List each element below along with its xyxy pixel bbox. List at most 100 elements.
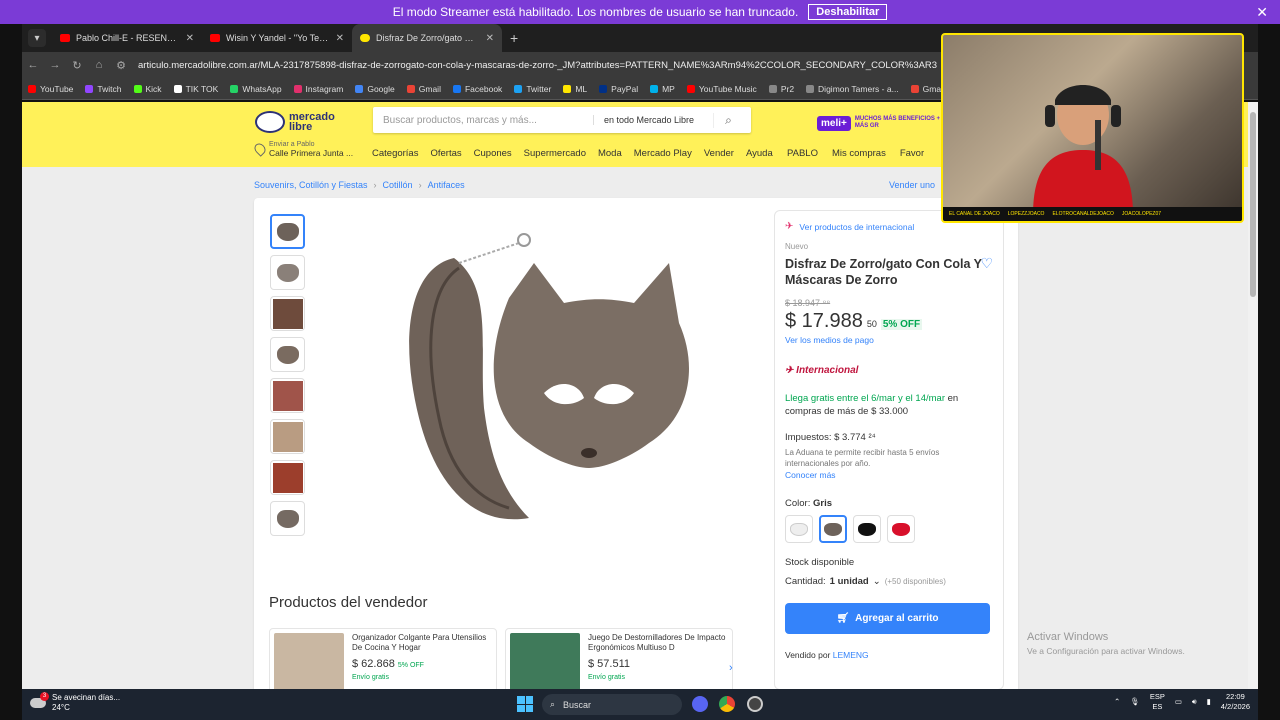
network-icon[interactable]: ▭ — [1175, 697, 1182, 707]
bookmark-item[interactable]: Google — [355, 84, 395, 94]
tab-close-icon[interactable]: ✕ — [336, 33, 344, 44]
nav-item[interactable]: Mercado Play — [634, 148, 692, 159]
thumbnail[interactable] — [270, 214, 305, 249]
home-icon[interactable]: ⌂ — [88, 59, 110, 71]
tab-close-icon[interactable]: ✕ — [186, 33, 194, 44]
breadcrumb-item[interactable]: Cotillón — [383, 180, 413, 190]
user-nav-item[interactable]: Favor — [900, 148, 924, 159]
tab-title: Wisin Y Yandel - "Yo Te Quie — [226, 33, 330, 43]
bookmark-item[interactable]: WhatsApp — [230, 84, 282, 94]
back-icon[interactable]: ← — [22, 59, 44, 71]
user-nav-item[interactable]: PABLO — [787, 148, 818, 159]
tab-close-icon[interactable]: ✕ — [486, 33, 494, 44]
language-indicator[interactable]: ESP ES — [1150, 692, 1165, 712]
color-swatch[interactable] — [785, 515, 813, 543]
meli-plus-banner[interactable]: meli+ MUCHOS MÁS BENEFICIOS + MÁS GR — [817, 114, 947, 132]
cart-icon: 🛒︎ — [836, 613, 850, 624]
color-swatch[interactable] — [887, 515, 915, 543]
nav-item[interactable]: Categorías — [372, 148, 418, 159]
search-input[interactable]: Buscar productos, marcas y más... — [373, 115, 593, 126]
forward-icon[interactable]: → — [44, 59, 66, 71]
windows-start-icon[interactable] — [517, 696, 533, 712]
thumbnail[interactable] — [270, 337, 305, 372]
search-icon[interactable]: ⌕ — [713, 112, 743, 128]
color-swatch[interactable] — [819, 515, 847, 543]
payment-methods-link[interactable]: Ver los medios de pago — [785, 335, 993, 345]
page-scrollbar[interactable] — [1248, 102, 1258, 689]
quantity-value: 1 unidad — [829, 576, 869, 587]
thumbnail[interactable] — [270, 255, 305, 290]
add-to-cart-button[interactable]: 🛒︎ Agregar al carrito — [785, 603, 990, 634]
nav-item[interactable]: Ofertas — [430, 148, 461, 159]
color-swatch[interactable] — [853, 515, 881, 543]
nav-item[interactable]: Cupones — [474, 148, 512, 159]
bookmark-item[interactable]: Twitter — [514, 84, 551, 94]
streamer-mode-banner: El modo Streamer está habilitado. Los no… — [0, 0, 1280, 24]
chevron-right-icon[interactable]: › — [729, 662, 733, 674]
bookmark-item[interactable]: ML — [563, 84, 587, 94]
shipping-address[interactable]: Enviar a Pablo Calle Primera Junta ... — [252, 140, 353, 158]
product-main-image[interactable] — [379, 228, 709, 528]
bookmark-item[interactable]: YouTube — [28, 84, 73, 94]
breadcrumb-item[interactable]: Souvenirs, Cotillón y Fiestas — [254, 180, 368, 190]
bookmark-item[interactable]: Instagram — [293, 84, 343, 94]
bookmark-item[interactable]: Gmail — [910, 84, 945, 94]
thumbnail[interactable] — [270, 419, 305, 454]
microphone-icon[interactable]: 🎙︎ — [1130, 697, 1140, 707]
bookmark-item[interactable]: Digimon Tamers - a... — [806, 84, 899, 94]
bookmark-item[interactable]: Twitch — [85, 84, 122, 94]
heart-icon[interactable]: ♡ — [980, 255, 993, 272]
tab-mercadolibre[interactable]: Disfraz De Zorro/gato Con Col ✕ — [352, 24, 502, 52]
clock[interactable]: 22:09 4/2/2026 — [1221, 692, 1250, 712]
chevron-up-icon[interactable]: ⌃ — [1114, 697, 1120, 707]
discord-icon[interactable] — [692, 696, 708, 712]
scrollbar-thumb[interactable] — [1250, 112, 1256, 297]
sell-one-link[interactable]: Vender uno — [889, 180, 935, 190]
thumbnail[interactable] — [270, 460, 305, 495]
url-input[interactable]: articulo.mercadolibre.com.ar/MLA-2317875… — [138, 60, 938, 71]
tab-youtube-2[interactable]: Wisin Y Yandel - "Yo Te Quie ✕ — [202, 24, 352, 52]
close-icon[interactable]: ✕ — [1256, 4, 1268, 21]
bookmark-item[interactable]: PayPal — [599, 84, 638, 94]
tab-youtube-1[interactable]: Pablo Chill-E - RESENTIA - YouT ✕ — [52, 24, 202, 52]
weather-widget[interactable]: 3 Se avecinan días... 24°C — [30, 692, 120, 713]
reload-icon[interactable]: ↻ — [66, 59, 88, 72]
bookmark-item[interactable]: YouTube Music — [686, 84, 757, 94]
bookmark-item[interactable]: MP — [650, 84, 675, 94]
thumbnail[interactable] — [270, 378, 305, 413]
tab-search-icon[interactable]: ▾ — [28, 29, 46, 47]
seller-link[interactable]: LEMENG — [833, 650, 869, 660]
site-info-icon[interactable]: ⚙ — [110, 59, 132, 72]
seller-product-card[interactable]: Juego De Destornilladores De Impacto Erg… — [505, 628, 733, 689]
new-tab-button[interactable]: + — [510, 30, 518, 46]
bookmark-item[interactable]: Pr2 — [768, 84, 794, 94]
breadcrumb-item[interactable]: Antifaces — [428, 180, 465, 190]
bookmark-item[interactable]: Kick — [133, 84, 162, 94]
thumbnail[interactable] — [270, 296, 305, 331]
nav-item[interactable]: Moda — [598, 148, 622, 159]
bookmark-item[interactable]: Gmail — [406, 83, 441, 94]
user-nav-item[interactable]: Mis compras — [832, 148, 886, 159]
chrome-icon[interactable] — [719, 696, 735, 712]
keyboard-layout: ES — [1152, 702, 1163, 711]
volume-icon[interactable]: 🔊︎ — [1192, 697, 1197, 707]
thumbnail[interactable] — [270, 501, 305, 536]
bookmark-item[interactable]: Facebook — [452, 84, 502, 94]
disable-streamer-button[interactable]: Deshabilitar — [808, 4, 888, 20]
learn-more-link[interactable]: Conocer más — [785, 470, 993, 480]
battery-icon[interactable]: ▮ — [1207, 697, 1211, 707]
quantity-selector[interactable]: Cantidad: 1 unidad ⌄ (+50 disponibles) — [785, 576, 993, 587]
search-scope-dropdown[interactable]: en todo Mercado Libre — [593, 115, 713, 125]
obs-icon[interactable] — [747, 696, 763, 712]
mercadolibre-icon — [360, 34, 370, 42]
price: $ 17.988 50 5% OFF — [785, 310, 993, 333]
bookmark-label: Gmail — [418, 83, 441, 94]
seller-product-card[interactable]: Organizador Colgante Para Utensilios De … — [269, 628, 497, 689]
international-badge[interactable]: ✈ Internacional — [785, 365, 993, 376]
bookmark-item[interactable]: TIK TOK — [173, 84, 218, 94]
nav-item[interactable]: Vender — [704, 148, 734, 159]
mercadolibre-logo[interactable]: mercado libre — [255, 108, 345, 136]
taskbar-search[interactable]: ⌕ Buscar — [542, 694, 682, 715]
nav-item[interactable]: Supermercado — [524, 148, 586, 159]
nav-item[interactable]: Ayuda — [746, 148, 773, 159]
